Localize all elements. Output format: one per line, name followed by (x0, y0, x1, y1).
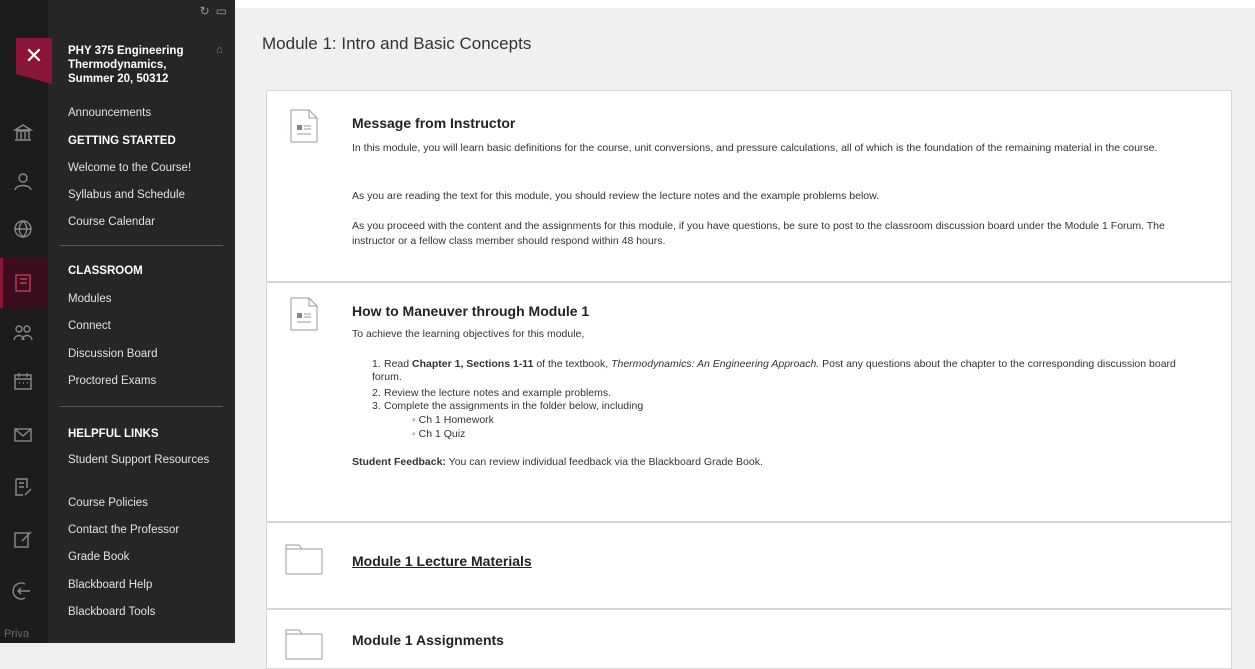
calendar-icon[interactable] (8, 366, 38, 396)
close-menu-button[interactable]: ✕ (16, 38, 52, 84)
message-paragraph: In this module, you will learn basic def… (352, 142, 1158, 154)
page-title: Module 1: Intro and Basic Concepts (262, 34, 532, 53)
list-item: 1. Read Chapter 1, Sections 1-11 of the t… (372, 358, 1176, 383)
menu-tools: ↻▭ (200, 4, 233, 18)
folder-icon (285, 629, 323, 660)
folder-link[interactable]: Module 1 Assignments (352, 632, 504, 648)
top-strip (235, 0, 1255, 8)
sub-list-item: ◦ Ch 1 Quiz (412, 428, 466, 440)
content-item-folder: Module 1 Assignments (266, 609, 1232, 669)
menu-divider (60, 245, 223, 246)
menu-item-grade-book[interactable]: Grade Book (68, 551, 218, 564)
grades-icon[interactable] (8, 472, 38, 502)
content-item-message: Message from Instructor In this module, … (266, 90, 1232, 282)
menu-item-announcements[interactable]: Announcements (68, 107, 218, 120)
courses-icon[interactable] (8, 268, 38, 298)
privacy-link[interactable]: Priva (4, 628, 29, 640)
menu-item-modules[interactable]: Modules (68, 293, 218, 306)
menu-heading-classroom: CLASSROOM (68, 265, 143, 277)
menu-item-course-policies[interactable]: Course Policies (68, 497, 218, 510)
content-item-folder: Module 1 Lecture Materials (266, 522, 1232, 609)
refresh-icon[interactable]: ↻ (200, 4, 216, 18)
sign-out-icon[interactable] (8, 576, 38, 606)
item-title[interactable]: Message from Instructor (352, 115, 515, 131)
menu-item-discussion-board[interactable]: Discussion Board (68, 348, 218, 361)
list-item: 2. Review the lecture notes and example p… (372, 387, 612, 399)
document-icon (290, 297, 318, 331)
menu-item-connect[interactable]: Connect (68, 320, 218, 333)
groups-icon[interactable] (8, 318, 38, 348)
document-icon (290, 109, 318, 143)
folder-icon (285, 544, 323, 575)
message-paragraph: As you are reading the text for this mod… (352, 190, 880, 202)
menu-divider (60, 406, 223, 407)
menu-item-calendar[interactable]: Course Calendar (68, 216, 218, 229)
menu-item-student-support[interactable]: Student Support Resources (68, 454, 218, 467)
menu-item-blackboard-help[interactable]: Blackboard Help (68, 579, 218, 592)
globe-icon[interactable] (8, 214, 38, 244)
global-nav-rail: Priva (0, 0, 48, 643)
home-icon[interactable]: ⌂ (216, 44, 223, 56)
list-item: 3. Complete the assignments in the folder… (372, 400, 644, 412)
course-title[interactable]: PHY 375 Engineering Thermodynamics, Summ… (68, 44, 208, 86)
menu-item-blackboard-tools[interactable]: Blackboard Tools (68, 606, 218, 619)
item-title[interactable]: How to Maneuver through Module 1 (352, 303, 589, 319)
menu-item-contact-professor[interactable]: Contact the Professor (68, 524, 218, 537)
course-menu: ↻▭ PHY 375 Engineering Thermodynamics, S… (48, 0, 235, 643)
user-icon[interactable] (8, 166, 38, 196)
content-item-maneuver: How to Maneuver through Module 1 To achi… (266, 282, 1232, 522)
menu-item-proctored-exams[interactable]: Proctored Exams (68, 375, 218, 388)
intro-text: To achieve the learning objectives for t… (352, 328, 585, 340)
menu-heading-getting-started: GETTING STARTED (68, 135, 176, 147)
message-paragraph: As you proceed with the content and the … (352, 220, 1165, 247)
close-icon: ✕ (24, 43, 44, 68)
folder-link[interactable]: Module 1 Lecture Materials (352, 553, 532, 569)
content-area: Module 1: Intro and Basic Concepts Messa… (235, 8, 1255, 669)
edit-icon[interactable] (8, 524, 38, 554)
menu-item-welcome[interactable]: Welcome to the Course! (68, 162, 218, 175)
folder-view-icon[interactable]: ▭ (216, 4, 233, 18)
sub-list-item: ◦ Ch 1 Homework (412, 414, 494, 426)
feedback-text: Student Feedback: You can review individ… (352, 456, 763, 468)
institution-icon[interactable] (8, 118, 38, 148)
menu-item-syllabus[interactable]: Syllabus and Schedule (68, 189, 218, 202)
messages-icon[interactable] (8, 420, 38, 450)
menu-heading-helpful-links: HELPFUL LINKS (68, 428, 159, 440)
